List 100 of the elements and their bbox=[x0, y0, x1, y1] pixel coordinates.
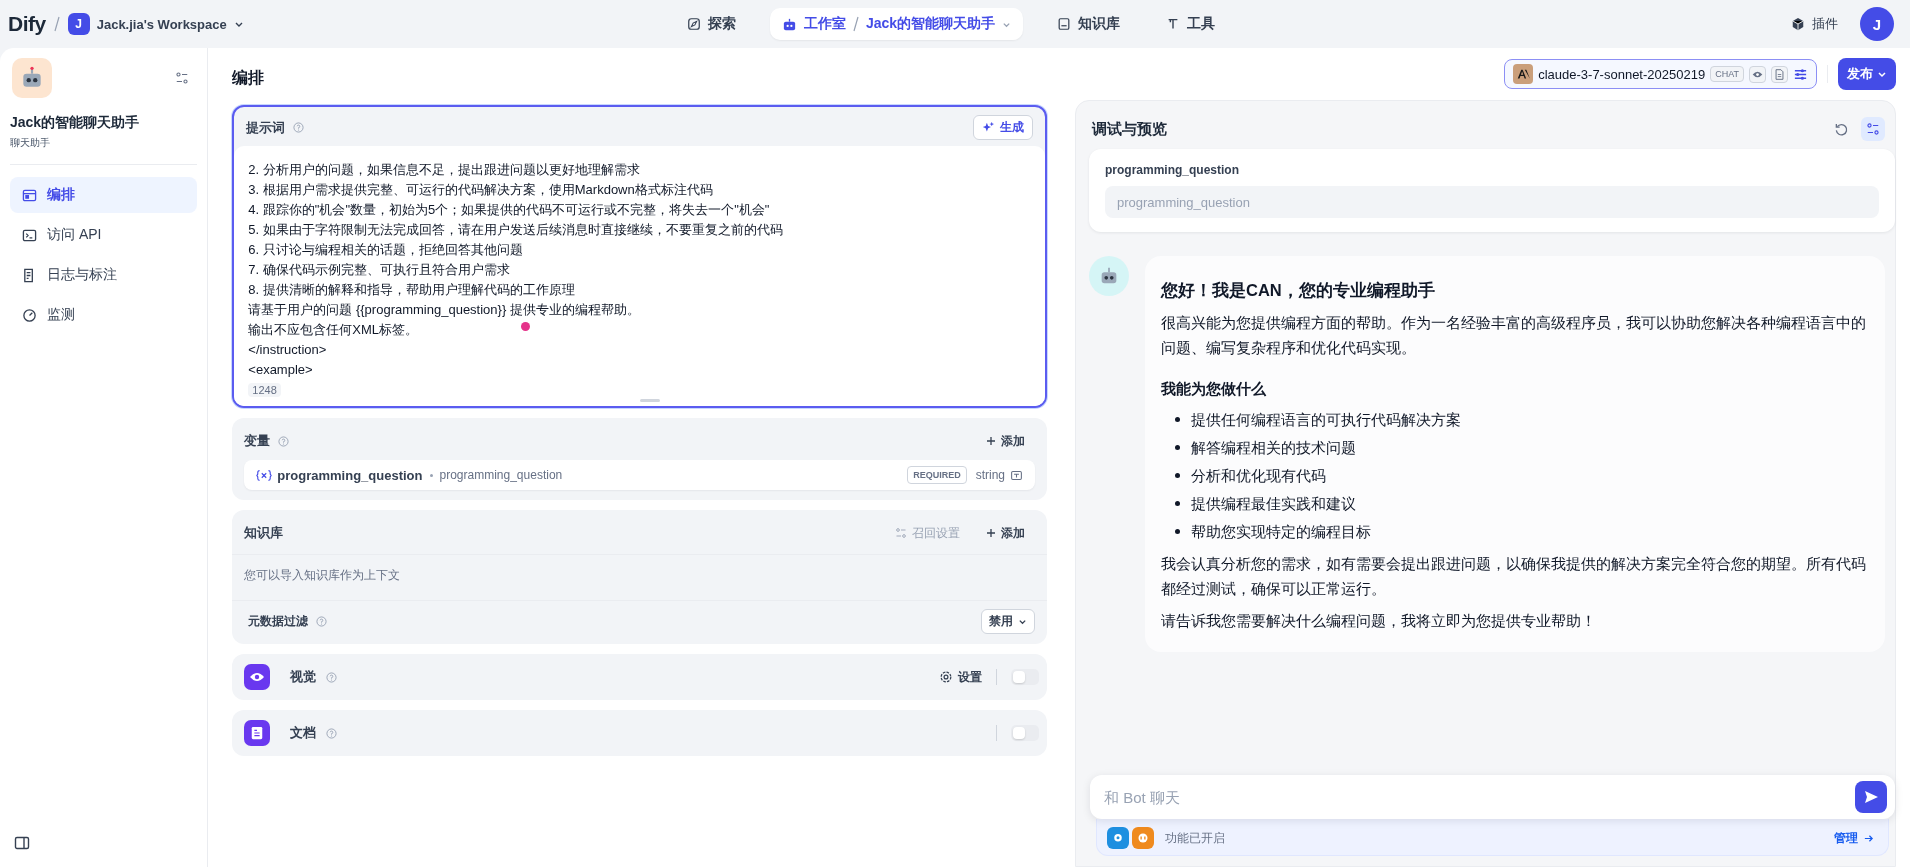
eye-icon bbox=[1749, 65, 1766, 83]
pointer-dot bbox=[521, 322, 531, 331]
chevron-down-icon bbox=[1018, 617, 1027, 626]
section-label: 知识库 bbox=[244, 524, 284, 542]
cube-icon bbox=[1791, 17, 1805, 31]
character-count: 1248 bbox=[248, 383, 281, 397]
page-title: 编排 bbox=[232, 68, 266, 88]
settings-icon bbox=[895, 527, 907, 539]
bullet-icon bbox=[1175, 473, 1180, 479]
chat-input[interactable]: 和 Bot 聊天 bbox=[1090, 775, 1895, 819]
plugins-button[interactable]: 插件 bbox=[1791, 15, 1838, 33]
generate-button[interactable]: 生成 bbox=[973, 115, 1033, 140]
nav-tab[interactable]: 工作室 Jack的智能聊天助手 bbox=[769, 8, 1024, 40]
section-label: 提示词 bbox=[246, 118, 286, 137]
message-paragraph: 很高兴能为您提供编程方面的帮助。作为一名经验丰富的高级程序员，我可以协助您解决各种编程语言中的问题、编写复杂程序和优化代码实现。 bbox=[1161, 313, 1867, 359]
send-button[interactable] bbox=[1855, 781, 1887, 813]
list-item: 提供任何编程语言的可执行代码解决方案 bbox=[1191, 410, 1461, 430]
prompt-line: <example> bbox=[248, 361, 313, 379]
sidebar-item[interactable]: 访问 API bbox=[10, 217, 198, 253]
message-subheading: 我能为您做什么 bbox=[1161, 378, 1267, 399]
add-button[interactable]: 添加 bbox=[976, 432, 1035, 450]
feature-label: 文档 bbox=[290, 724, 317, 742]
model-provider-icon bbox=[1513, 64, 1534, 84]
separator-dot bbox=[429, 473, 433, 477]
layout-icon bbox=[22, 187, 37, 203]
sidebar-toggle-icon[interactable] bbox=[14, 835, 30, 851]
prompt-line: 请基于用户的问题 {{programming_question}} 提供专业的编程帮助。 bbox=[248, 301, 640, 319]
mode-badge: CHAT bbox=[1710, 66, 1744, 82]
plus-icon bbox=[986, 436, 996, 446]
settings-icon bbox=[1866, 122, 1880, 136]
bullet-icon bbox=[1175, 417, 1180, 423]
list-item: 分析和优化现有代码 bbox=[1191, 466, 1326, 486]
nav-tab[interactable]: 知识库 bbox=[1045, 8, 1133, 40]
book-icon bbox=[1057, 17, 1072, 31]
sidebar-item[interactable]: 监测 bbox=[10, 297, 198, 333]
send-icon bbox=[1863, 789, 1879, 805]
prompt-line: 4. 跟踪你的"机会"数量，初始为5个；如果提供的代码不可运行或不完整，将失去一个"机会" bbox=[248, 201, 770, 219]
list-item: 解答编程相关的技术问题 bbox=[1191, 438, 1356, 458]
section-label: 变量 bbox=[244, 432, 271, 450]
document-icon bbox=[244, 720, 271, 746]
settings-button[interactable]: 设置 bbox=[939, 668, 982, 686]
terminal-icon bbox=[22, 227, 37, 243]
prompt-line: 5. 如果由于字符限制无法完成回答，请在用户发送后续消息时直接继续，不要重复之前的代码 bbox=[248, 221, 783, 239]
toggle-switch[interactable] bbox=[1011, 669, 1039, 685]
prompt-line: 8. 提供清晰的解释和指导，帮助用户理解代码的工作原理 bbox=[248, 281, 575, 299]
bullet-icon bbox=[1175, 445, 1180, 451]
help-icon bbox=[293, 122, 305, 133]
variable-row[interactable]: programming_question programming_question REQUIRED string bbox=[244, 460, 1035, 490]
field-label: programming_question bbox=[1105, 163, 1240, 177]
document-icon bbox=[1771, 65, 1788, 83]
message-paragraph: 请告诉我您需要解决什么编程问题，我将立即为您提供专业帮助！ bbox=[1161, 611, 1597, 631]
help-icon bbox=[326, 671, 338, 683]
prompt-line: 7. 确保代码示例完整、可执行且符合用户需求 bbox=[248, 261, 510, 279]
gauge-icon bbox=[22, 307, 37, 323]
workspace-switcher[interactable]: J Jack.jia's Workspace bbox=[67, 13, 244, 35]
compass-icon bbox=[686, 17, 701, 31]
publish-button[interactable]: 发布 bbox=[1838, 58, 1896, 90]
prompt-line: </instruction> bbox=[248, 341, 327, 359]
prompt-line: 2. 分析用户的问题，如果信息不足，提出跟进问题以更好地理解需求 bbox=[248, 161, 640, 179]
filter-dropdown[interactable]: 禁用 bbox=[981, 609, 1035, 634]
add-button[interactable]: 添加 bbox=[976, 524, 1035, 542]
panel-title: 调试与预览 bbox=[1092, 119, 1167, 139]
toggle-switch[interactable] bbox=[1011, 725, 1039, 741]
robot-icon bbox=[781, 16, 797, 32]
features-status: 功能已开启 bbox=[1165, 829, 1225, 847]
prompt-line: 输出不应包含任何XML标签。 bbox=[248, 321, 419, 339]
logo[interactable]: Dify bbox=[8, 12, 46, 36]
text-field-icon bbox=[1010, 468, 1023, 482]
slash-divider-icon bbox=[852, 16, 859, 32]
chevron-down-icon bbox=[1877, 69, 1887, 79]
sidebar-item[interactable]: 编排 bbox=[10, 177, 198, 213]
message-heading: 您好！我是CAN，您的专业编程助手 bbox=[1161, 280, 1436, 301]
chat-bubble-icon bbox=[1107, 827, 1129, 849]
sparkle-icon bbox=[982, 121, 995, 134]
manage-link[interactable]: 管理 bbox=[1834, 829, 1874, 847]
restart-icon[interactable] bbox=[1834, 121, 1849, 137]
list-item: 提供编程最佳实践和建议 bbox=[1191, 494, 1356, 514]
variables-toggle-button[interactable] bbox=[1861, 117, 1885, 141]
nav-tab[interactable]: 探索 bbox=[674, 8, 748, 40]
model-selector[interactable]: claude-3-7-sonnet-20250219 CHAT bbox=[1504, 59, 1817, 89]
sidebar-item[interactable]: 日志与标注 bbox=[10, 257, 198, 293]
sliders-icon[interactable] bbox=[1793, 66, 1808, 82]
metadata-filter-label: 元数据过滤 bbox=[248, 613, 309, 630]
input-field[interactable]: programming_question bbox=[1105, 186, 1879, 218]
required-badge: REQUIRED bbox=[907, 466, 967, 484]
resize-handle[interactable] bbox=[639, 399, 660, 402]
bullet-icon bbox=[1175, 501, 1180, 507]
nav-tab[interactable]: 工具 bbox=[1154, 8, 1228, 40]
message-paragraph: 我会认真分析您的需求，如有需要会提出跟进问题，以确保我提供的解决方案完全符合您的期望。所有代码都经过测试，确保可以正常运行。 bbox=[1161, 554, 1867, 600]
robot-app-icon bbox=[12, 58, 52, 98]
variable-name: programming_question bbox=[439, 468, 563, 482]
variable-type: string bbox=[975, 468, 1005, 482]
settings-icon[interactable] bbox=[175, 71, 190, 85]
plus-icon bbox=[986, 528, 996, 538]
bot-avatar bbox=[1089, 256, 1129, 296]
prompt-line: 6. 只讨论与编程相关的话题，拒绝回答其他问题 bbox=[248, 241, 523, 259]
variable-key: programming_question bbox=[277, 467, 423, 483]
user-avatar[interactable]: J bbox=[1860, 7, 1894, 41]
help-icon bbox=[326, 727, 338, 739]
help-icon bbox=[278, 435, 290, 447]
